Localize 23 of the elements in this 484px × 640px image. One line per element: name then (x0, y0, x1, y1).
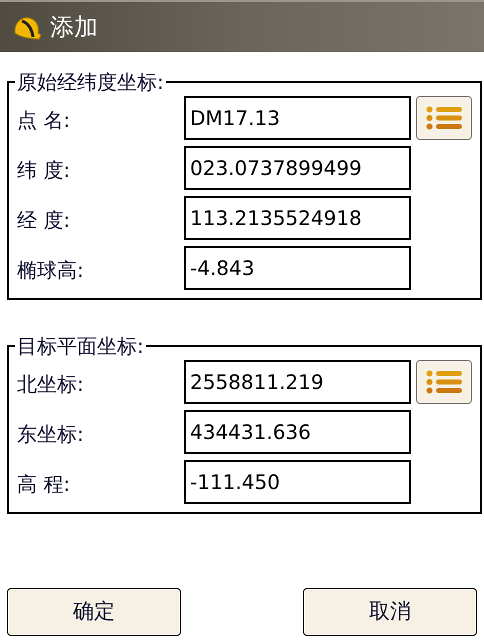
field-label: 北坐标: (17, 371, 85, 398)
field-label: 东坐标: (17, 421, 85, 448)
list-icon (426, 106, 462, 130)
field-label: 高 程: (17, 471, 72, 498)
group-title: 原始经纬度坐标: (16, 70, 165, 94)
list-button[interactable] (416, 96, 472, 140)
window-title: 添加 (50, 12, 98, 43)
input-field[interactable]: -111.450 (184, 460, 411, 504)
ok-button[interactable]: 确定 (7, 588, 181, 636)
field-label: 点 名: (17, 107, 72, 134)
cancel-button[interactable]: 取消 (303, 588, 477, 636)
list-icon (426, 370, 462, 394)
input-field[interactable]: 113.2135524918 (184, 196, 411, 240)
input-field[interactable]: 023.0737899499 (184, 146, 411, 190)
group-title: 目标平面坐标: (16, 334, 145, 358)
field-label: 经 度: (17, 207, 72, 234)
field-label: 椭球高: (17, 257, 85, 284)
input-field[interactable]: -4.843 (184, 246, 411, 290)
input-field[interactable]: DM17.13 (184, 96, 411, 140)
input-field[interactable]: 2558811.219 (184, 360, 411, 404)
field-label: 纬 度: (17, 157, 72, 184)
input-field[interactable]: 434431.636 (184, 410, 411, 454)
list-button[interactable] (416, 360, 472, 404)
